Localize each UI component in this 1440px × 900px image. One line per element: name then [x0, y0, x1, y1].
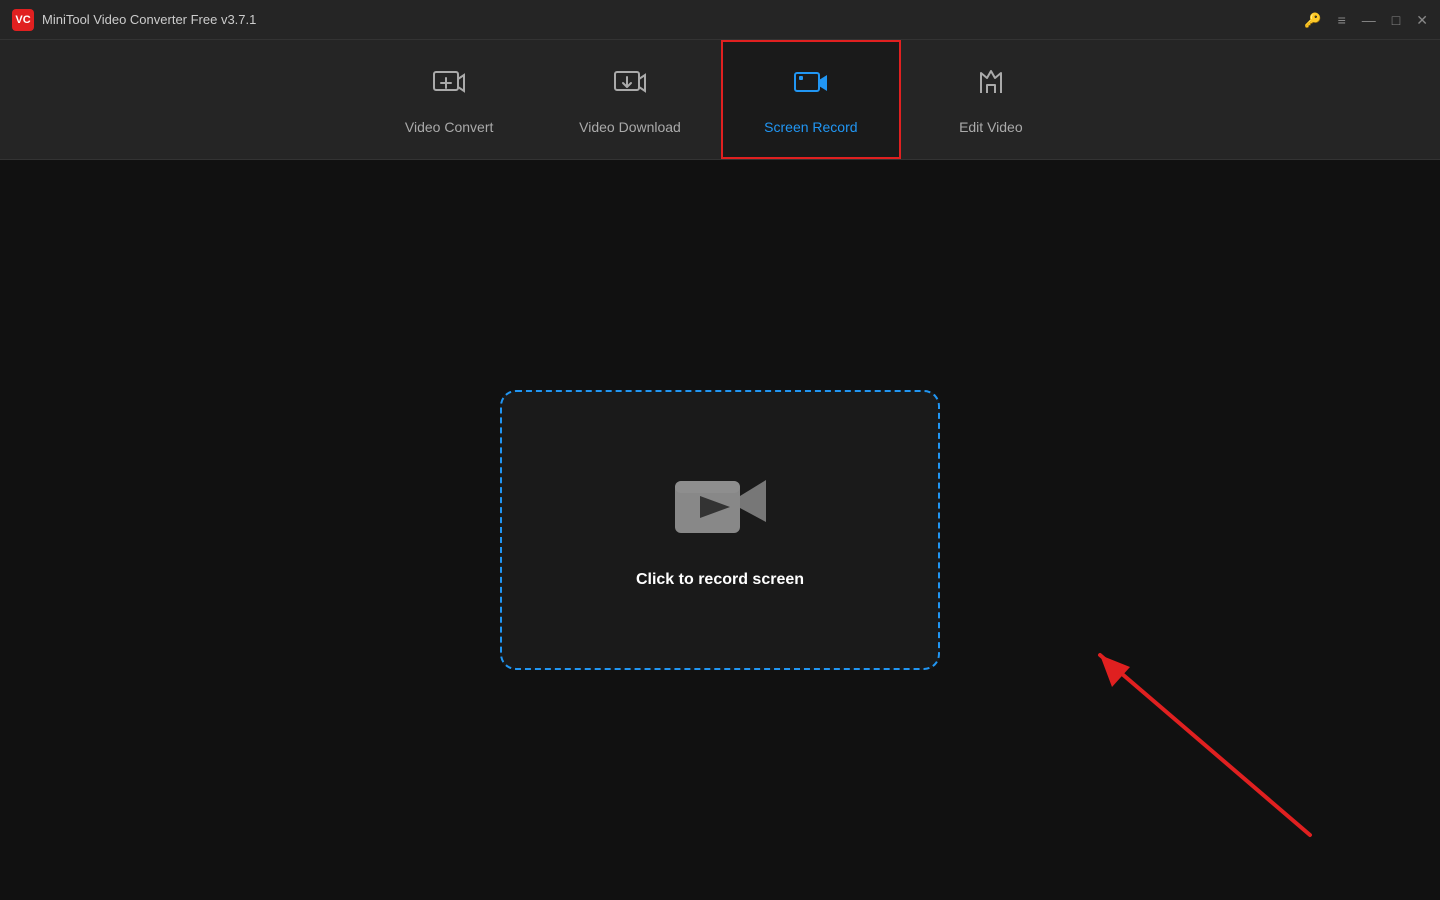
- app-title: MiniTool Video Converter Free v3.7.1: [42, 12, 256, 27]
- key-icon[interactable]: 🔑: [1304, 13, 1321, 27]
- maximize-icon[interactable]: □: [1392, 13, 1400, 27]
- screen-record-icon: [793, 65, 829, 109]
- video-convert-icon: [431, 65, 467, 109]
- tab-video-convert-label: Video Convert: [405, 119, 493, 135]
- nav-tabs: Video Convert Video Download Screen Reco…: [0, 40, 1440, 160]
- record-area[interactable]: Click to record screen: [500, 390, 940, 670]
- app-logo: VC: [12, 9, 34, 31]
- titlebar: VC MiniTool Video Converter Free v3.7.1 …: [0, 0, 1440, 40]
- video-download-icon: [612, 65, 648, 109]
- tab-screen-record[interactable]: Screen Record: [721, 40, 901, 159]
- titlebar-left: VC MiniTool Video Converter Free v3.7.1: [12, 9, 256, 31]
- edit-video-icon: [973, 65, 1009, 109]
- tab-video-download[interactable]: Video Download: [539, 40, 721, 159]
- tab-screen-record-label: Screen Record: [764, 119, 857, 135]
- click-to-record-label: Click to record screen: [636, 571, 804, 589]
- tab-video-convert[interactable]: Video Convert: [359, 40, 539, 159]
- close-icon[interactable]: ✕: [1416, 13, 1428, 27]
- tab-edit-video-label: Edit Video: [959, 119, 1023, 135]
- tab-video-download-label: Video Download: [579, 119, 681, 135]
- red-arrow: [1040, 615, 1320, 860]
- record-icon-wrapper: [670, 471, 770, 551]
- main-content: Click to record screen: [0, 160, 1440, 900]
- menu-icon[interactable]: ≡: [1338, 13, 1346, 27]
- camera-icon: [670, 471, 770, 551]
- minimize-icon[interactable]: —: [1362, 13, 1376, 27]
- titlebar-controls: 🔑 ≡ — □ ✕: [1304, 13, 1428, 27]
- tab-edit-video[interactable]: Edit Video: [901, 40, 1081, 159]
